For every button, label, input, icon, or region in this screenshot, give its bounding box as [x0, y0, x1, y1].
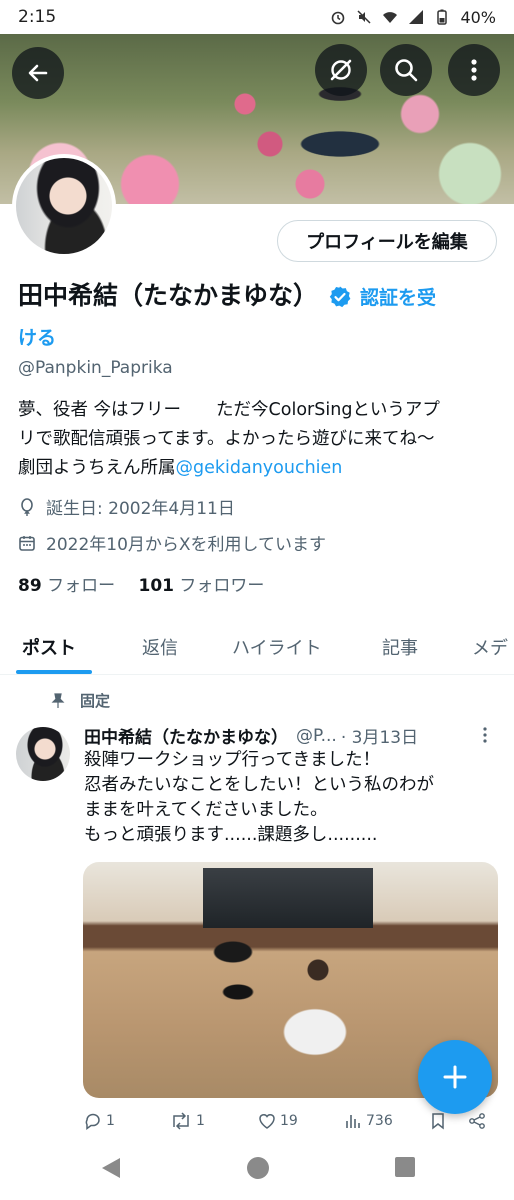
- battery-icon: [437, 9, 448, 25]
- views-icon: [346, 1115, 360, 1128]
- tweet-author-handle[interactable]: @P...: [296, 726, 337, 746]
- tweet-header: 田中希結（たなかまゆな） @P... · 3月13日: [84, 723, 504, 749]
- views-button[interactable]: 736: [344, 1106, 393, 1136]
- reply-icon: [85, 1113, 100, 1130]
- calendar-icon: [19, 535, 35, 551]
- nav-recents-button[interactable]: [394, 1156, 416, 1182]
- edit-profile-button[interactable]: プロフィールを編集: [277, 220, 497, 262]
- following-link[interactable]: 89 フォロー: [18, 576, 115, 596]
- followers-label: フォロワー: [179, 576, 265, 596]
- views-count: 736: [366, 1113, 393, 1129]
- share-icon: [469, 1113, 485, 1129]
- like-count: 19: [280, 1113, 298, 1129]
- joined-text: 2022年10月からXを利用しています: [46, 535, 327, 555]
- mute-icon: [357, 10, 371, 24]
- reply-button[interactable]: 1: [84, 1106, 115, 1136]
- mention-link[interactable]: @gekidanyouchien: [176, 458, 343, 478]
- tab-replies[interactable]: 返信: [142, 620, 178, 674]
- tab-articles[interactable]: 記事: [382, 620, 418, 674]
- profile-name-row: 田中希結（たなかまゆな） 認証を受 ける: [18, 277, 503, 357]
- followers-link[interactable]: 101 フォロワー: [138, 576, 264, 596]
- bookmark-icon: [432, 1113, 444, 1130]
- following-label: フォロー: [47, 576, 116, 596]
- tab-posts[interactable]: ポスト: [22, 620, 76, 674]
- search-button[interactable]: [380, 44, 432, 96]
- repost-count: 1: [196, 1113, 205, 1129]
- heart-icon: [259, 1114, 275, 1129]
- bio-text: 劇団ようちえん所属: [18, 458, 176, 478]
- wifi-icon: [383, 12, 398, 23]
- tab-media[interactable]: メデ: [472, 620, 508, 674]
- battery-level: 40%: [460, 7, 496, 27]
- back-button[interactable]: [12, 47, 64, 99]
- following-count: 89: [18, 576, 42, 596]
- grok-icon: [330, 59, 352, 81]
- tweet-text-line: ままを叶えてくださいました。: [84, 800, 328, 820]
- pin-icon: [51, 692, 65, 708]
- avatar-image: [16, 158, 112, 254]
- square-recents-icon: [395, 1157, 415, 1177]
- follow-counts: 89 フォロー 101 フォロワー: [18, 571, 264, 596]
- birthday-row: 誕生日: 2002年4月11日: [18, 494, 235, 519]
- followers-count: 101: [138, 576, 174, 596]
- plus-icon: [443, 1065, 467, 1089]
- grok-button[interactable]: [315, 44, 367, 96]
- profile-avatar[interactable]: [12, 154, 116, 258]
- verified-badge[interactable]: [328, 285, 352, 309]
- balloon-icon: [21, 497, 33, 516]
- bio-line: リで歌配信頑張ってます。よかったら遊びに来てね〜: [18, 429, 435, 449]
- nav-back-button[interactable]: [100, 1156, 122, 1184]
- arrow-left-icon: [28, 64, 48, 82]
- more-vert-icon: [483, 727, 487, 743]
- compose-post-button[interactable]: [418, 1040, 492, 1114]
- repost-icon: [173, 1112, 189, 1130]
- tweet-text-line: 殺陣ワークショップ行ってきました！: [84, 750, 381, 770]
- profile-bio: 夢、役者 今はフリー ただ今ColorSingというアプ リで歌配信頑張ってます…: [18, 396, 500, 483]
- active-tab-indicator: [16, 670, 92, 674]
- tab-highlights[interactable]: ハイライト: [232, 620, 322, 674]
- media-window: [203, 868, 373, 928]
- more-button[interactable]: [448, 44, 500, 96]
- profile-tabs: ポスト 返信 ハイライト 記事 メデ: [0, 620, 514, 675]
- tweet-text-line: もっと頑張ります......課題多し.........: [84, 825, 378, 845]
- display-name: 田中希結（たなかまゆな）: [18, 281, 319, 310]
- repost-button[interactable]: 1: [170, 1106, 205, 1136]
- birthday-text: 誕生日: 2002年4月11日: [46, 499, 235, 519]
- status-bar: 2:15 40%: [0, 0, 514, 34]
- bio-line: 劇団ようちえん所属@gekidanyouchien: [18, 454, 500, 483]
- signal-icon: [409, 10, 424, 24]
- tweet-more-button[interactable]: [482, 726, 488, 749]
- joined-row: 2022年10月からXを利用しています: [18, 530, 326, 555]
- system-nav-bar: [0, 1140, 514, 1200]
- pinned-text: 固定: [80, 692, 111, 710]
- like-button[interactable]: 19: [258, 1106, 298, 1136]
- status-time: 2:15: [18, 7, 57, 27]
- get-verified-link-cont[interactable]: ける: [18, 327, 56, 349]
- circle-home-icon: [247, 1157, 269, 1179]
- bio-line: 夢、役者 今はフリー ただ今ColorSingというアプ: [18, 400, 440, 420]
- verified-icon: [329, 286, 351, 308]
- nav-home-button[interactable]: [246, 1156, 270, 1184]
- pinned-label-row: 固定: [50, 690, 110, 711]
- more-vert-icon: [471, 59, 477, 81]
- tweet-text: 殺陣ワークショップ行ってきました！ 忍者みたいなことをしたい！という私のわが ま…: [84, 748, 504, 848]
- tweet-date[interactable]: · 3月13日: [341, 723, 418, 748]
- get-verified-link[interactable]: 認証を受: [360, 287, 436, 309]
- tweet-text-line: 忍者みたいなことをしたい！という私のわが: [84, 775, 434, 795]
- profile-handle: @Panpkin_Paprika: [18, 358, 173, 378]
- search-icon: [395, 59, 418, 82]
- tweet-author-name[interactable]: 田中希結（たなかまゆな）: [84, 723, 288, 748]
- triangle-back-icon: [102, 1158, 120, 1178]
- alarm-icon: [332, 11, 345, 25]
- tweet-avatar[interactable]: [16, 727, 70, 781]
- tweet-actions: 1 1 19 736: [84, 1106, 494, 1136]
- status-icons: 40%: [330, 8, 496, 27]
- reply-count: 1: [106, 1113, 115, 1129]
